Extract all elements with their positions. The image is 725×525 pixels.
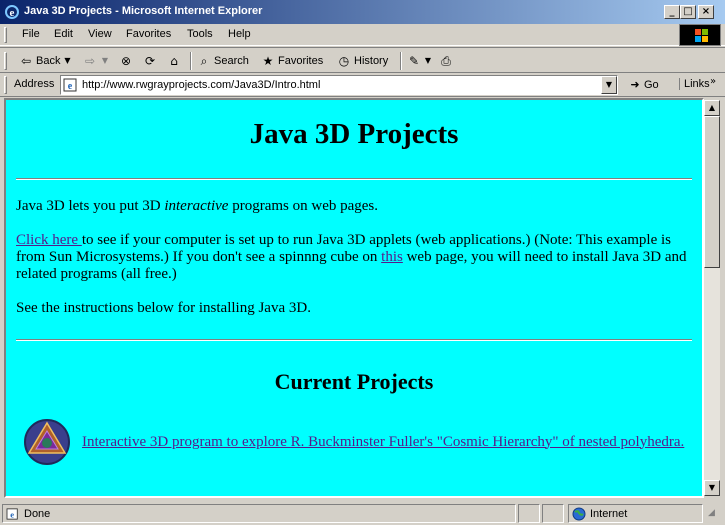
window-title: Java 3D Projects - Microsoft Internet Ex…	[24, 5, 263, 17]
address-bar: Address e http://www.rwgrayprojects.com/…	[0, 73, 725, 97]
intro-text: Java 3D lets you put 3D	[16, 198, 165, 214]
standard-toolbar: ⇦ Back ▼ ⇨ ▼ ⊗ ⟳ ⌂ ⌕ Search ★ Favorites …	[0, 47, 725, 73]
page-icon: e	[6, 507, 18, 520]
globe-icon	[572, 507, 586, 520]
search-icon: ⌕	[200, 54, 208, 68]
chevron-down-icon: ▼	[64, 56, 71, 65]
print-icon: ⎙	[441, 54, 451, 68]
svg-text:e: e	[68, 81, 73, 92]
links-chevron-icon[interactable]: »	[710, 76, 716, 87]
resize-grip-icon[interactable]: ◢	[708, 508, 722, 522]
click-here-link[interactable]: Click here	[16, 232, 82, 248]
go-arrow-icon: ➜	[630, 78, 640, 91]
intro-emphasis: interactive	[164, 198, 229, 214]
menu-help[interactable]: Help	[228, 28, 251, 40]
intro-text-end: programs on web pages.	[228, 198, 379, 214]
page-heading: Java 3D Projects	[249, 118, 459, 150]
history-label: History	[354, 55, 389, 67]
back-arrow-icon: ⇦	[20, 54, 32, 68]
page-icon: e	[63, 78, 77, 92]
status-pane	[518, 504, 540, 523]
search-button[interactable]: ⌕ Search	[196, 52, 249, 70]
edit-button[interactable]: ✎ ▼	[406, 52, 432, 70]
this-link[interactable]: this	[381, 249, 403, 265]
go-button[interactable]: ➜ Go	[628, 77, 659, 93]
vertical-scrollbar[interactable]: ▲ ▼	[704, 100, 720, 496]
address-dropdown-button[interactable]: ▼	[601, 76, 617, 94]
menu-file[interactable]: File	[22, 28, 40, 40]
toolbar-separator	[190, 52, 192, 70]
menu-view[interactable]: View	[88, 28, 112, 40]
close-button[interactable]: ×	[698, 5, 714, 19]
project-item: Interactive 3D program to explore R. Buc…	[22, 417, 692, 467]
java3d-check-paragraph: Click here to see if your computer is se…	[16, 232, 692, 283]
svg-text:e: e	[10, 7, 15, 19]
scroll-thumb[interactable]	[704, 116, 720, 268]
history-button[interactable]: ◷ History	[336, 52, 388, 70]
back-button[interactable]: ⇦ Back ▼	[18, 52, 72, 70]
back-label: Back	[36, 55, 61, 67]
title-bar[interactable]: e Java 3D Projects - Microsoft Internet …	[0, 0, 725, 24]
forward-arrow-icon: ⇨	[84, 54, 96, 68]
menu-grip[interactable]	[4, 27, 7, 43]
address-input[interactable]: e http://www.rwgrayprojects.com/Java3D/I…	[60, 75, 618, 95]
scroll-down-button[interactable]: ▼	[704, 480, 720, 496]
polyhedra-thumbnail-icon[interactable]	[22, 417, 72, 467]
minimize-button[interactable]: _	[664, 5, 680, 19]
instructions-paragraph: See the instructions below for installin…	[16, 300, 311, 316]
favorites-icon: ★	[262, 54, 274, 68]
toolbar-separator	[400, 52, 402, 70]
project-link[interactable]: Interactive 3D program to explore R. Buc…	[82, 434, 684, 451]
address-label: Address	[14, 78, 55, 90]
status-bar: e Done Internet	[0, 502, 725, 525]
intro-paragraph: Java 3D lets you put 3D interactive prog…	[16, 198, 692, 215]
chevron-down-icon: ▼	[101, 56, 109, 65]
home-button[interactable]: ⌂	[166, 52, 182, 70]
divider	[16, 339, 692, 341]
menu-favorites[interactable]: Favorites	[126, 28, 171, 40]
edit-icon: ✎	[408, 54, 420, 68]
section-heading: Current Projects	[274, 369, 434, 394]
history-icon: ◷	[338, 54, 350, 68]
print-button[interactable]: ⎙	[438, 52, 454, 70]
search-label: Search	[214, 55, 249, 67]
refresh-button[interactable]: ⟳	[142, 52, 158, 70]
toolbar-grip[interactable]	[4, 52, 7, 70]
menu-bar: File Edit View Favorites Tools Help	[0, 24, 725, 46]
security-zone-pane: Internet	[568, 504, 703, 523]
zone-text: Internet	[590, 507, 628, 520]
forward-button[interactable]: ⇨ ▼	[82, 52, 110, 70]
address-url[interactable]: http://www.rwgrayprojects.com/Java3D/Int…	[82, 79, 320, 91]
maximize-button[interactable]: □	[680, 5, 696, 19]
status-pane	[542, 504, 564, 523]
home-icon: ⌂	[170, 54, 178, 68]
stop-icon: ⊗	[120, 54, 132, 68]
links-button[interactable]: Links	[679, 78, 710, 90]
svg-text:e: e	[10, 509, 14, 519]
scroll-up-button[interactable]: ▲	[704, 100, 720, 116]
favorites-button[interactable]: ★ Favorites	[260, 52, 324, 70]
refresh-icon: ⟳	[144, 54, 156, 68]
web-page: Java 3D Projects Java 3D lets you put 3D…	[6, 118, 702, 467]
status-main-pane: e Done	[2, 504, 516, 523]
ie-logo-icon: e	[5, 5, 19, 19]
address-grip[interactable]	[4, 76, 7, 94]
windows-logo-icon	[679, 24, 721, 46]
stop-button[interactable]: ⊗	[118, 52, 134, 70]
divider	[16, 178, 692, 180]
menu-tools[interactable]: Tools	[187, 28, 213, 40]
favorites-label: Favorites	[278, 55, 324, 67]
chevron-down-icon: ▼	[424, 56, 432, 65]
go-label: Go	[644, 79, 659, 91]
page-viewport[interactable]: Java 3D Projects Java 3D lets you put 3D…	[4, 98, 704, 498]
status-text: Done	[24, 507, 51, 520]
menu-edit[interactable]: Edit	[54, 28, 73, 40]
